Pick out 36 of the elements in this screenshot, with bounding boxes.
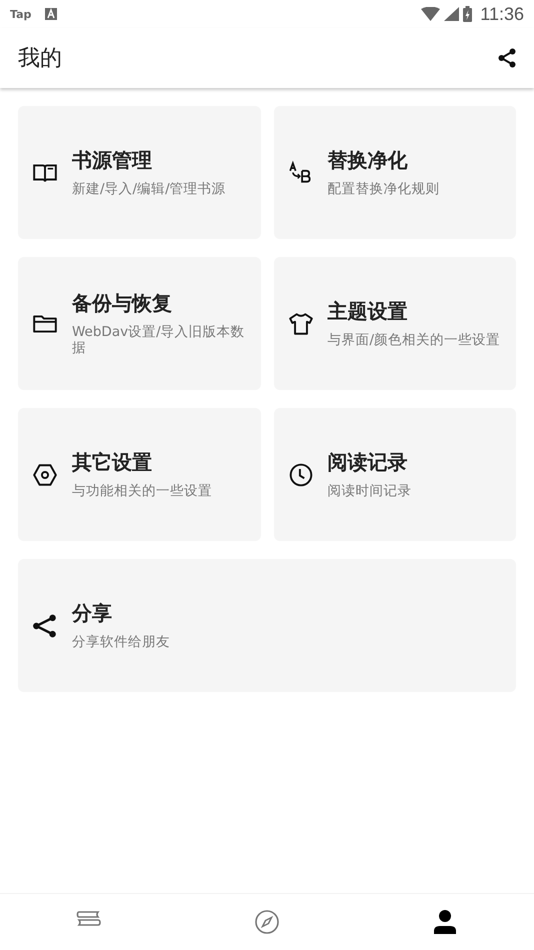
page-title: 我的: [18, 45, 62, 73]
wifi-icon: [421, 7, 440, 21]
menu-card[interactable]: 阅读记录 阅读时间记录: [274, 408, 516, 541]
card-description: 分享软件给朋友: [72, 635, 170, 651]
card-title: 分享: [72, 600, 113, 628]
card-title: 主题设置: [328, 298, 408, 326]
menu-card[interactable]: 备份与恢复 WebDav设置/导入旧版本数据: [18, 257, 260, 390]
person-icon[interactable]: [432, 909, 458, 935]
card-title: 阅读记录: [328, 449, 408, 476]
menu-card[interactable]: 替换净化 配置替换净化规则: [274, 106, 516, 239]
card-description: 与功能相关的一些设置: [72, 484, 212, 500]
menu-card[interactable]: 分享 分享软件给朋友: [18, 559, 516, 692]
menu-card[interactable]: 其它设置 与功能相关的一些设置: [18, 408, 260, 541]
card-description: 阅读时间记录: [328, 484, 412, 500]
hexagon-nut-icon: [32, 462, 58, 488]
signal-icon: [444, 7, 460, 21]
battery-icon: [463, 6, 472, 22]
app-label: Tap: [10, 8, 32, 20]
share-icon: [32, 612, 58, 638]
card-title: 书源管理: [72, 147, 153, 174]
clock-time: 11:36: [480, 4, 524, 24]
card-description: 配置替换净化规则: [328, 182, 440, 198]
notification-icon: [45, 8, 58, 20]
card-description: 与界面/颜色相关的一些设置: [328, 333, 500, 349]
menu-card[interactable]: 书源管理 新建/导入/编辑/管理书源: [18, 106, 260, 239]
card-title: 备份与恢复: [72, 290, 173, 318]
a-to-b-icon: [288, 160, 314, 186]
clock-icon: [288, 462, 314, 488]
shirt-icon: [288, 310, 314, 336]
card-description: 新建/导入/编辑/管理书源: [72, 182, 226, 198]
menu-card[interactable]: 主题设置 与界面/颜色相关的一些设置: [274, 257, 516, 390]
share-icon[interactable]: [498, 48, 516, 68]
card-title: 替换净化: [328, 147, 408, 174]
card-description: WebDav设置/导入旧版本数据: [72, 325, 246, 357]
compass-icon[interactable]: [254, 909, 280, 935]
card-title: 其它设置: [72, 449, 153, 476]
